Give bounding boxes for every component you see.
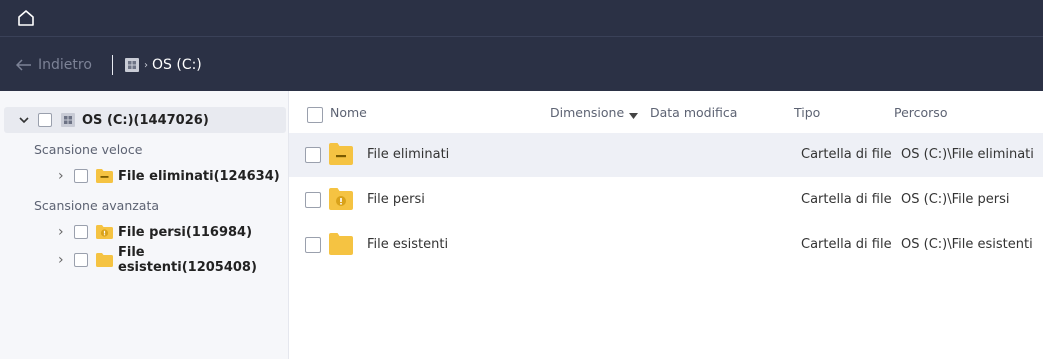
tree-root[interactable]: OS (C:)(1447026) bbox=[4, 107, 286, 133]
row-type: Cartella di file bbox=[801, 237, 892, 252]
tree-item-label: File eliminati(124634) bbox=[118, 168, 280, 184]
column-header-name[interactable]: Nome bbox=[330, 105, 367, 120]
tree-item-checkbox[interactable] bbox=[74, 169, 88, 183]
back-button[interactable]: Indietro bbox=[16, 57, 92, 73]
chevron-right-icon: › bbox=[144, 59, 148, 71]
tree-item-label: File esistenti(1205408) bbox=[118, 245, 257, 275]
drive-icon bbox=[125, 58, 139, 72]
file-list: Nome Dimensione Data modifica Tipo Perco… bbox=[289, 91, 1043, 359]
folder-icon bbox=[96, 253, 113, 267]
home-icon[interactable] bbox=[16, 8, 36, 28]
chevron-right-icon[interactable]: › bbox=[58, 252, 68, 268]
tree-item-existing[interactable]: › File esistenti(1205408) bbox=[58, 245, 288, 275]
tree-root-label: OS (C:)(1447026) bbox=[82, 112, 209, 128]
tree-item-lost[interactable]: › File persi(116984) bbox=[58, 221, 252, 243]
tree-item-checkbox[interactable] bbox=[74, 253, 88, 267]
folder-icon bbox=[329, 233, 353, 255]
row-name: File eliminati bbox=[367, 147, 450, 162]
sort-down-icon[interactable] bbox=[629, 113, 638, 119]
row-type: Cartella di file bbox=[801, 192, 892, 207]
tree-item-deleted[interactable]: › File eliminati(124634) bbox=[58, 165, 280, 187]
deleted-folder-icon bbox=[329, 143, 353, 165]
lost-folder-icon bbox=[96, 225, 113, 239]
nav-bar: Indietro › OS (C:) bbox=[0, 37, 1043, 91]
tree-root-checkbox[interactable] bbox=[38, 113, 52, 127]
arrow-left-icon bbox=[16, 59, 31, 71]
drive-icon bbox=[61, 113, 75, 127]
section-quick-scan: Scansione veloce bbox=[34, 142, 143, 157]
row-type: Cartella di file bbox=[801, 147, 892, 162]
row-name: File persi bbox=[367, 192, 425, 207]
section-advanced-scan: Scansione avanzata bbox=[34, 198, 160, 213]
folder-tree: OS (C:)(1447026) Scansione veloce › File… bbox=[0, 91, 289, 359]
chevron-right-icon[interactable]: › bbox=[58, 168, 68, 184]
table-row[interactable]: File esistenti Cartella di file OS (C:)\… bbox=[289, 223, 1043, 267]
row-checkbox[interactable] bbox=[305, 147, 321, 163]
row-path: OS (C:)\File esistenti bbox=[901, 237, 1033, 252]
column-header-size[interactable]: Dimensione bbox=[550, 105, 624, 120]
column-header-type[interactable]: Tipo bbox=[794, 105, 820, 120]
table-row[interactable]: File eliminati Cartella di file OS (C:)\… bbox=[289, 133, 1043, 177]
column-header-modified[interactable]: Data modifica bbox=[650, 105, 737, 120]
row-path: OS (C:)\File persi bbox=[901, 192, 1010, 207]
main-content: OS (C:)(1447026) Scansione veloce › File… bbox=[0, 91, 1043, 359]
table-row[interactable]: File persi Cartella di file OS (C:)\File… bbox=[289, 178, 1043, 222]
row-checkbox[interactable] bbox=[305, 237, 321, 253]
deleted-folder-icon bbox=[96, 169, 113, 183]
lost-folder-icon bbox=[329, 188, 353, 210]
chevron-down-icon[interactable] bbox=[18, 114, 30, 126]
nav-divider bbox=[112, 55, 113, 75]
column-header-path[interactable]: Percorso bbox=[894, 105, 947, 120]
row-name: File esistenti bbox=[367, 237, 449, 252]
row-checkbox[interactable] bbox=[305, 192, 321, 208]
select-all-checkbox[interactable] bbox=[307, 107, 323, 123]
chevron-right-icon[interactable]: › bbox=[58, 224, 68, 240]
tree-item-checkbox[interactable] bbox=[74, 225, 88, 239]
top-bar bbox=[0, 0, 1043, 37]
back-label: Indietro bbox=[38, 57, 92, 73]
breadcrumb-drive: OS (C:) bbox=[152, 57, 202, 73]
tree-item-label: File persi(116984) bbox=[118, 224, 253, 240]
breadcrumb[interactable]: › OS (C:) bbox=[124, 57, 202, 73]
row-path: OS (C:)\File eliminati bbox=[901, 147, 1034, 162]
